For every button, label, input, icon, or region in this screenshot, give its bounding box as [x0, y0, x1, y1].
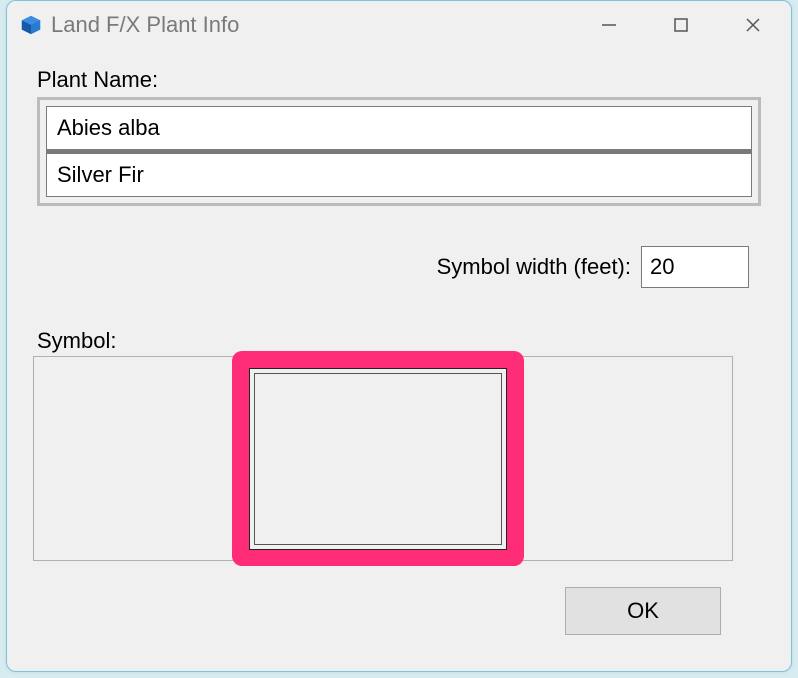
close-button[interactable] — [717, 1, 789, 49]
dialog-window: Land F/X Plant Info Plant Name: — [6, 0, 792, 672]
plant-scientific-name-input[interactable] — [46, 106, 752, 150]
symbol-width-row: Symbol width (feet): — [37, 246, 761, 288]
titlebar: Land F/X Plant Info — [7, 1, 791, 49]
ok-button[interactable]: OK — [565, 587, 721, 635]
symbol-preview-frame[interactable] — [249, 368, 507, 550]
maximize-button[interactable] — [645, 1, 717, 49]
symbol-area — [33, 356, 733, 561]
minimize-button[interactable] — [573, 1, 645, 49]
window-controls — [573, 1, 789, 49]
dialog-content: Plant Name: Symbol width (feet): Symbol:… — [7, 49, 791, 645]
symbol-width-input[interactable] — [641, 246, 749, 288]
app-icon — [19, 13, 43, 37]
symbol-preview — [254, 373, 502, 545]
symbol-highlight — [232, 351, 524, 566]
plant-name-label: Plant Name: — [37, 67, 761, 93]
window-title: Land F/X Plant Info — [51, 12, 239, 38]
plant-name-box — [37, 97, 761, 206]
symbol-width-label: Symbol width (feet): — [437, 254, 631, 280]
plant-common-name-input[interactable] — [46, 153, 752, 197]
dialog-footer: OK — [37, 587, 761, 635]
